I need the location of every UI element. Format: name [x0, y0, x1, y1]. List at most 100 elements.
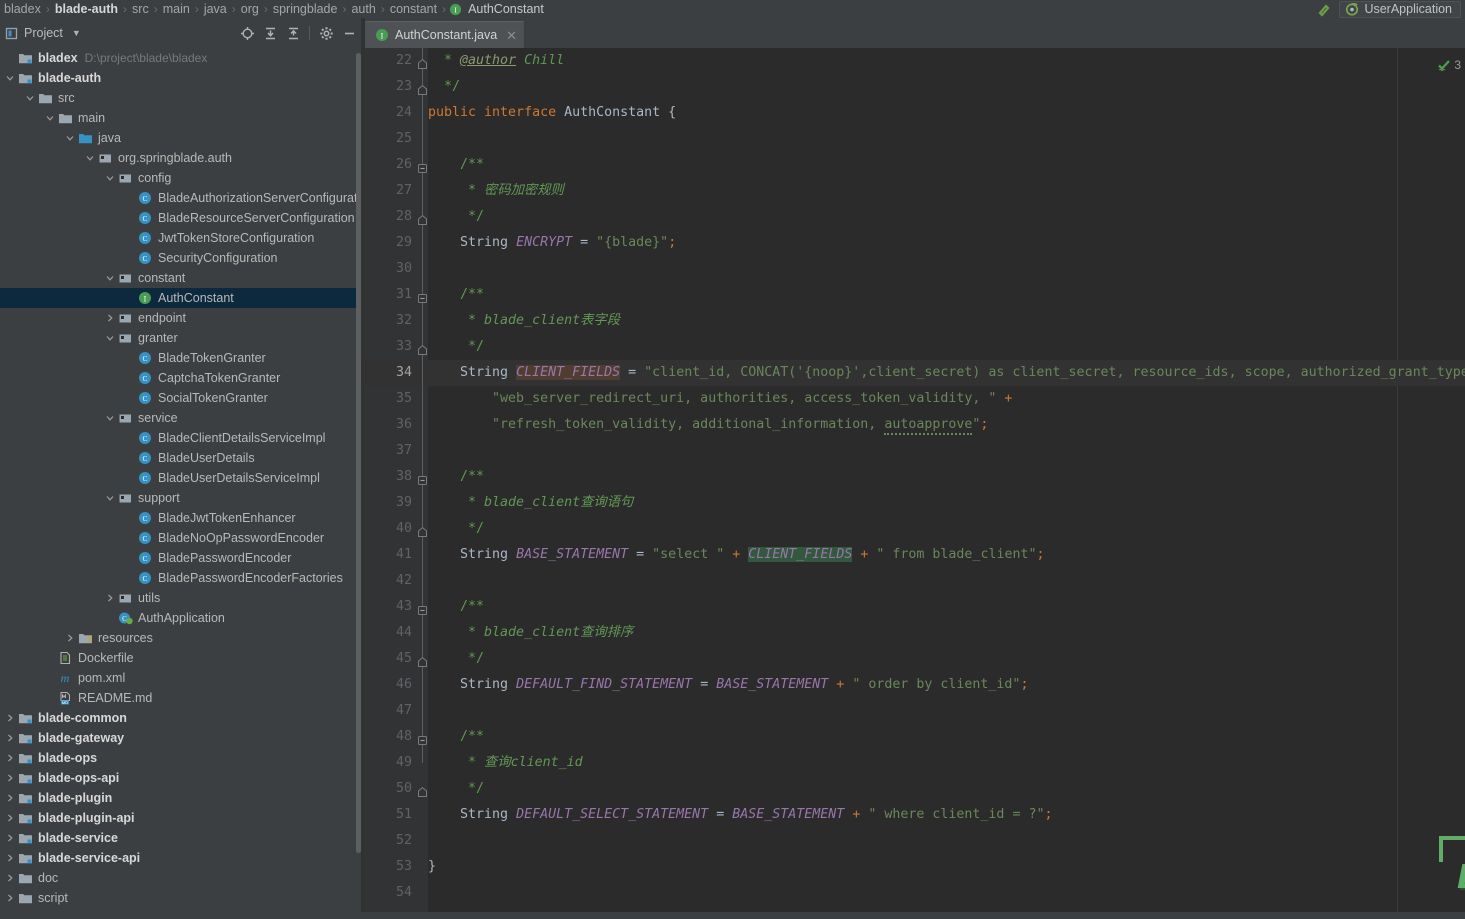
fold-expanded-icon[interactable]	[418, 472, 427, 485]
code-line[interactable]	[428, 880, 1465, 906]
project-toolwindow-title-group[interactable]: Project ▼	[0, 26, 81, 40]
chevron-down-icon[interactable]: ▼	[69, 28, 81, 38]
chevron-right-icon[interactable]	[4, 793, 15, 804]
chevron-down-icon[interactable]	[4, 73, 15, 84]
tree-item-blade-plugin-api[interactable]: blade-plugin-api	[0, 808, 360, 828]
fold-gutter[interactable]	[415, 48, 428, 919]
build-hammer-icon[interactable]	[1317, 1, 1333, 17]
close-icon[interactable]: ✕	[506, 29, 517, 42]
code-editor[interactable]: 22 23 24 25 26 27 28 29 30 31 32 33 34 35 36 37 38 39 40 41…	[365, 48, 1465, 919]
tree-item-constant[interactable]: constant	[0, 268, 360, 288]
tree-item-blade-gateway[interactable]: blade-gateway	[0, 728, 360, 748]
tree-item-bladeauthorizationserverconfiguration[interactable]: C BladeAuthorizationServerConfiguration	[0, 188, 360, 208]
chevron-right-icon[interactable]	[4, 753, 15, 764]
code-line[interactable]	[428, 126, 1465, 152]
code-line[interactable]: * blade_client查询排序	[428, 620, 1465, 646]
tree-item-java[interactable]: java	[0, 128, 360, 148]
fold-end-icon[interactable]	[418, 784, 427, 797]
code-line[interactable]	[428, 698, 1465, 724]
chevron-right-icon[interactable]	[4, 813, 15, 824]
code-line[interactable]: */	[428, 776, 1465, 802]
tree-item-dockerfile[interactable]: Dockerfile	[0, 648, 360, 668]
breadcrumb-item-java[interactable]: java	[202, 0, 229, 18]
chevron-right-icon[interactable]	[4, 773, 15, 784]
tree-item-bladenooppasswordencoder[interactable]: C BladeNoOpPasswordEncoder	[0, 528, 360, 548]
code-line[interactable]: * blade_client查询语句	[428, 490, 1465, 516]
tree-item-socialtokengranter[interactable]: C SocialTokenGranter	[0, 388, 360, 408]
code-line[interactable]	[428, 828, 1465, 854]
chevron-down-icon[interactable]	[44, 113, 55, 124]
code-line[interactable]: public interface AuthConstant {	[428, 100, 1465, 126]
code-line[interactable]: String DEFAULT_FIND_STATEMENT = BASE_STA…	[428, 672, 1465, 698]
tree-item-bladeresourceserverconfiguration[interactable]: C BladeResourceServerConfiguration	[0, 208, 360, 228]
chevron-down-icon[interactable]	[104, 273, 115, 284]
tree-item-script[interactable]: script	[0, 888, 360, 908]
code-content[interactable]: * @author Chill */ public interface AuthC…	[428, 48, 1465, 919]
tree-item-bladepasswordencoderfactories[interactable]: C BladePasswordEncoderFactories	[0, 568, 360, 588]
tree-item-org.springblade.auth[interactable]: org.springblade.auth	[0, 148, 360, 168]
code-line[interactable]: String DEFAULT_SELECT_STATEMENT = BASE_S…	[428, 802, 1465, 828]
code-line[interactable]	[428, 568, 1465, 594]
inspection-status-widget[interactable]: 3	[1437, 58, 1461, 72]
code-line[interactable]: "refresh_token_validity, additional_info…	[428, 412, 1465, 438]
breadcrumb-item-springblade[interactable]: springblade	[271, 0, 340, 18]
chevron-right-icon[interactable]	[4, 733, 15, 744]
code-line[interactable]: */	[428, 74, 1465, 100]
tree-item-blade-ops[interactable]: blade-ops	[0, 748, 360, 768]
tree-item-support[interactable]: support	[0, 488, 360, 508]
gear-icon[interactable]	[316, 23, 336, 43]
tree-item-granter[interactable]: granter	[0, 328, 360, 348]
code-line[interactable]: */	[428, 334, 1465, 360]
code-line[interactable]: /**	[428, 464, 1465, 490]
fold-expanded-icon[interactable]	[418, 160, 427, 173]
code-line[interactable]: String BASE_STATEMENT = "select " + CLIE…	[428, 542, 1465, 568]
tree-item-bladeuserdetails[interactable]: C BladeUserDetails	[0, 448, 360, 468]
breadcrumb-item-blade-auth[interactable]: blade-auth	[53, 0, 120, 18]
breadcrumb-item-org[interactable]: org	[239, 0, 261, 18]
tree-item-blade-service[interactable]: blade-service	[0, 828, 360, 848]
tree-item-utils[interactable]: utils	[0, 588, 360, 608]
collapse-all-icon[interactable]	[283, 23, 303, 43]
code-line[interactable]: * blade_client表字段	[428, 308, 1465, 334]
tree-item-captchatokengranter[interactable]: C CaptchaTokenGranter	[0, 368, 360, 388]
tree-item-securityconfiguration[interactable]: C SecurityConfiguration	[0, 248, 360, 268]
code-line[interactable]: String ENCRYPT = "{blade}";	[428, 230, 1465, 256]
scrollbar-thumb[interactable]	[356, 53, 361, 853]
code-line[interactable]: }	[428, 854, 1465, 880]
fold-end-icon[interactable]	[418, 524, 427, 537]
tree-item-readme.md[interactable]: MD README.md	[0, 688, 360, 708]
chevron-down-icon[interactable]	[64, 133, 75, 144]
tree-item-endpoint[interactable]: endpoint	[0, 308, 360, 328]
code-line[interactable]: */	[428, 516, 1465, 542]
tree-item-pom.xml[interactable]: m pom.xml	[0, 668, 360, 688]
code-line[interactable]: /**	[428, 594, 1465, 620]
tree-item-blade-service-api[interactable]: blade-service-api	[0, 848, 360, 868]
chevron-right-icon[interactable]	[4, 893, 15, 904]
code-line[interactable]: /**	[428, 282, 1465, 308]
breadcrumb-item-auth[interactable]: auth	[349, 0, 377, 18]
scroll-from-source-icon[interactable]	[237, 23, 257, 43]
chevron-right-icon[interactable]	[4, 873, 15, 884]
tree-item-bladepasswordencoder[interactable]: C BladePasswordEncoder	[0, 548, 360, 568]
code-line[interactable]	[428, 438, 1465, 464]
chevron-down-icon[interactable]	[24, 93, 35, 104]
chevron-down-icon[interactable]	[104, 413, 115, 424]
code-line[interactable]: "web_server_redirect_uri, authorities, a…	[428, 386, 1465, 412]
tree-item-blade-auth[interactable]: blade-auth	[0, 68, 360, 88]
tree-item-resources[interactable]: resources	[0, 628, 360, 648]
fold-end-icon[interactable]	[418, 56, 427, 69]
tree-item-bladex[interactable]: bladex D:\project\blade\bladex	[0, 48, 360, 68]
chevron-right-icon[interactable]	[4, 713, 15, 724]
tree-item-bladejwttokenenhancer[interactable]: C BladeJwtTokenEnhancer	[0, 508, 360, 528]
chevron-right-icon[interactable]	[104, 593, 115, 604]
breadcrumb[interactable]: bladex › blade-auth › src › main › java › org › spri…	[2, 0, 546, 18]
tree-item-blade-plugin[interactable]: blade-plugin	[0, 788, 360, 808]
tree-item-authapplication[interactable]: C AuthApplication	[0, 608, 360, 628]
breadcrumb-item-constant[interactable]: constant	[388, 0, 439, 18]
fold-end-icon[interactable]	[418, 342, 427, 355]
fold-end-icon[interactable]	[418, 654, 427, 667]
code-line[interactable]: */	[428, 646, 1465, 672]
breadcrumb-item-src[interactable]: src	[130, 0, 151, 18]
chevron-down-icon[interactable]	[104, 333, 115, 344]
tree-item-blade-common[interactable]: blade-common	[0, 708, 360, 728]
